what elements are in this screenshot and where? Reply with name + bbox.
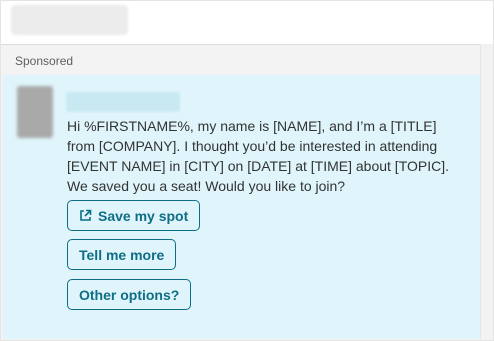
other-options-label: Other options? bbox=[79, 286, 180, 303]
top-bar bbox=[1, 1, 493, 45]
tell-me-more-label: Tell me more bbox=[79, 246, 165, 263]
scrollbar[interactable] bbox=[480, 44, 493, 339]
tell-me-more-button[interactable]: Tell me more bbox=[67, 239, 177, 270]
other-options-button[interactable]: Other options? bbox=[67, 279, 192, 310]
external-link-icon bbox=[80, 209, 92, 221]
sponsored-label: Sponsored bbox=[15, 54, 74, 68]
blurred-sender-name bbox=[66, 92, 180, 112]
blurred-title bbox=[11, 5, 128, 35]
avatar bbox=[17, 86, 53, 138]
save-my-spot-button[interactable]: Save my spot bbox=[67, 200, 201, 231]
message-text: Hi %FIRSTNAME%, my name is [NAME], and I… bbox=[67, 118, 449, 194]
save-my-spot-label: Save my spot bbox=[98, 207, 189, 224]
